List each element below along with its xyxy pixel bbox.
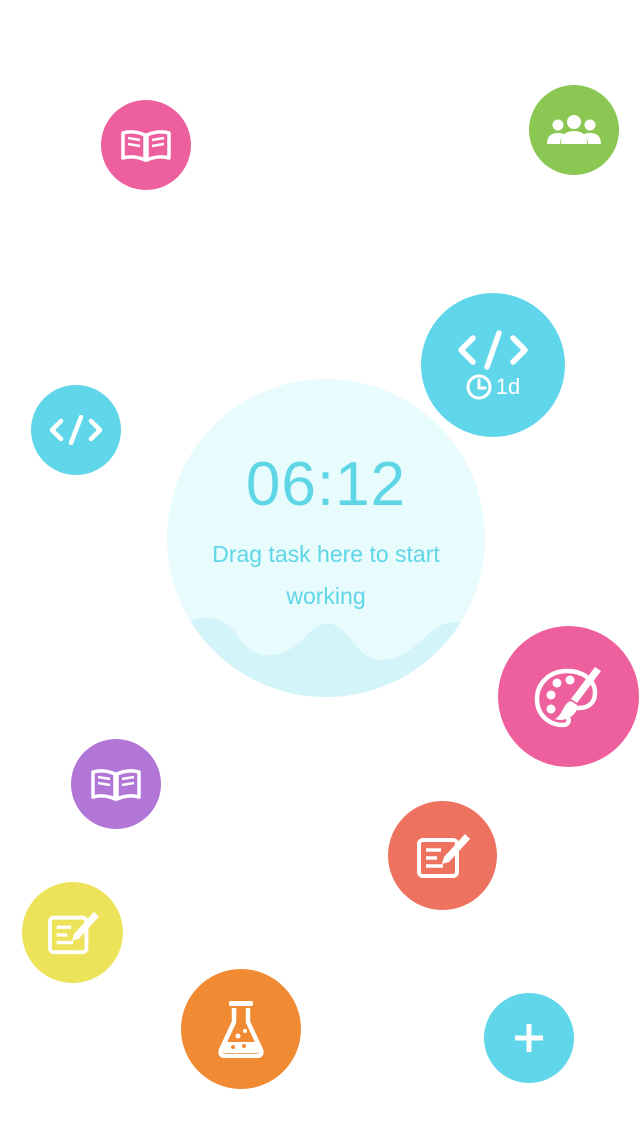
timer-drop-zone[interactable]: 06:12 Drag task here to start working bbox=[167, 379, 485, 697]
group-icon bbox=[545, 113, 603, 147]
code-icon bbox=[49, 415, 103, 445]
book-icon bbox=[90, 766, 142, 802]
palette-icon bbox=[533, 665, 605, 729]
task-bubble-reading-2[interactable] bbox=[71, 739, 161, 829]
edit-icon bbox=[415, 832, 471, 880]
timer-display: 06:12 bbox=[245, 450, 407, 519]
task-bubble-science[interactable] bbox=[181, 969, 301, 1089]
edit-icon bbox=[46, 910, 100, 956]
task-bubble-reading[interactable] bbox=[101, 100, 191, 190]
task-bubble-screen: 1d 06:12 Drag task here to start working bbox=[0, 0, 640, 1136]
book-icon bbox=[120, 127, 172, 163]
due-indicator: 1d bbox=[466, 374, 520, 400]
due-label: 1d bbox=[495, 374, 521, 399]
plus-icon bbox=[512, 1021, 546, 1055]
add-task-button[interactable] bbox=[484, 993, 574, 1083]
task-bubble-writing[interactable] bbox=[388, 801, 497, 910]
code-icon bbox=[457, 330, 529, 370]
task-bubble-art[interactable] bbox=[498, 626, 639, 767]
flask-icon bbox=[218, 1000, 264, 1058]
clock-icon bbox=[466, 374, 492, 400]
timer-hint: Drag task here to start working bbox=[212, 541, 440, 609]
water-wave bbox=[167, 617, 485, 697]
task-bubble-writing-2[interactable] bbox=[22, 882, 123, 983]
task-bubble-coding[interactable] bbox=[31, 385, 121, 475]
task-bubble-team[interactable] bbox=[529, 85, 619, 175]
task-bubble-coding-due[interactable]: 1d bbox=[421, 293, 565, 437]
